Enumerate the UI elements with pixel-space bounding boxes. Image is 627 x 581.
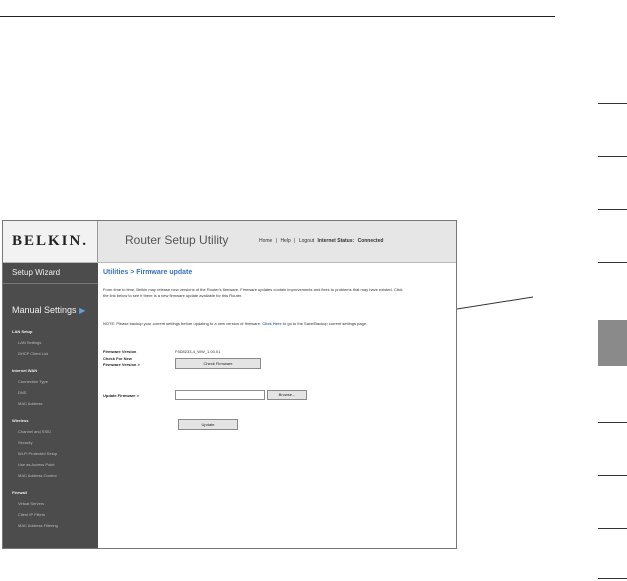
internet-status-label: Internet Status: [317, 238, 355, 244]
backup-note: NOTE: Please backup your current setting… [103, 321, 413, 327]
sidebar-item-mac-address-control[interactable]: MAC Address Control [3, 470, 98, 481]
nav-section-internet-wan: Internet WAN [12, 368, 38, 373]
header-links: Home | Help | Logout Internet Status: Co… [259, 238, 385, 244]
sidebar-item-wps[interactable]: Wi-Fi Protected Setup [3, 448, 98, 459]
note-suffix: to go to the Save/Backup current setting… [282, 321, 368, 326]
link-separator: | [294, 238, 296, 244]
manual-settings-label: Manual Settings [12, 305, 77, 315]
sidebar-item-dhcp-client-list[interactable]: DHCP Client List [3, 348, 98, 359]
main-content: Utilities > Firmware update From time to… [103, 263, 453, 548]
firmware-version-value: F5D8233-4_WW_1.00.01 [175, 349, 221, 354]
sidebar-item-client-ip-filters[interactable]: Client IP Filters [3, 509, 98, 520]
link-separator: | [275, 238, 278, 244]
click-here-link[interactable]: Click Here [262, 321, 282, 326]
intro-text: From time to time, Belkin may release ne… [103, 287, 403, 298]
note-prefix: NOTE: Please backup your current setting… [103, 321, 262, 326]
manual-settings-link[interactable]: Manual Settings ▶ [3, 300, 98, 320]
header: BELKIN. Router Setup Utility Home | Help… [3, 221, 456, 263]
check-firmware-label-line1: Check For New [103, 356, 132, 361]
firmware-version-label: Firmware Version [103, 349, 137, 354]
update-firmware-label: Update Firmware > [103, 393, 139, 398]
nav-section-lan-setup: LAN Setup [12, 329, 33, 334]
nav-section-wireless: Wireless [12, 418, 29, 423]
sidebar: Setup Wizard Manual Settings ▶ LAN Setup… [3, 263, 98, 548]
sidebar-item-lan-settings[interactable]: LAN Settings [3, 337, 98, 348]
browse-button[interactable]: Browse... [267, 390, 307, 400]
update-button[interactable]: Update [178, 419, 238, 430]
sidebar-item-connection-type[interactable]: Connection Type [3, 376, 98, 387]
check-firmware-label-line2: Firmware Version > [103, 362, 140, 367]
sidebar-item-dns[interactable]: DNS [3, 387, 98, 398]
internet-status-value: Connected [357, 238, 384, 244]
home-link[interactable]: Home [259, 238, 272, 244]
router-ui-screenshot: BELKIN. Router Setup Utility Home | Help… [2, 220, 457, 549]
help-link[interactable]: Help [280, 238, 290, 244]
sidebar-item-mac-address[interactable]: MAC Address [3, 398, 98, 409]
arrow-right-icon: ▶ [79, 306, 86, 315]
sidebar-item-security[interactable]: Security [3, 437, 98, 448]
sidebar-item-channel-ssid[interactable]: Channel and SSID [3, 426, 98, 437]
logout-link[interactable]: Logout [299, 238, 314, 244]
sidebar-item-virtual-servers[interactable]: Virtual Servers [3, 498, 98, 509]
sidebar-item-mac-address-filtering[interactable]: MAC Address Filtering [3, 520, 98, 531]
sidebar-item-access-point[interactable]: Use as Access Point [3, 459, 98, 470]
check-firmware-button[interactable]: Check Firmware [175, 358, 261, 369]
setup-wizard-link[interactable]: Setup Wizard [3, 263, 98, 284]
app-title: Router Setup Utility [125, 233, 229, 247]
firmware-file-input[interactable] [175, 390, 265, 400]
belkin-logo: BELKIN. [3, 221, 98, 262]
nav-section-firewall: Firewall [12, 490, 27, 495]
page-title: Utilities > Firmware update [103, 269, 193, 276]
